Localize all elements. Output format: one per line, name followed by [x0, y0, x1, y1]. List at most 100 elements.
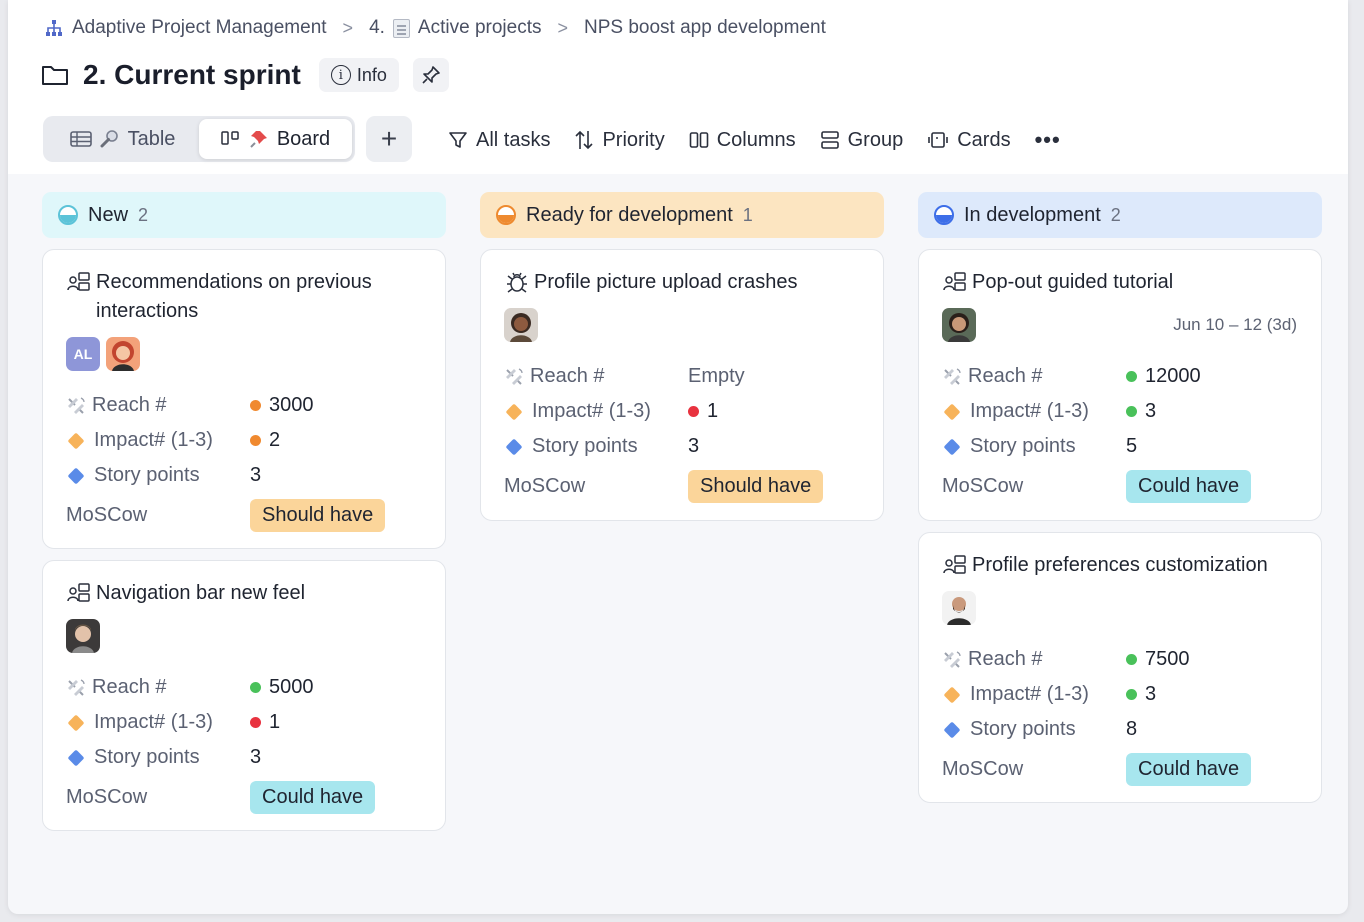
field-label-text: Story points [532, 435, 638, 457]
field-value[interactable]: Empty [688, 365, 745, 388]
field-label-text: Impact# (1-3) [532, 400, 651, 422]
app-window: Adaptive Project Management > 4. Active … [8, 0, 1348, 914]
column-header-new[interactable]: New 2 [42, 192, 446, 238]
user-story-icon [67, 272, 90, 291]
tab-board-label: Board [276, 127, 331, 150]
plus-icon: + [380, 123, 398, 154]
add-view-button[interactable]: + [366, 116, 412, 162]
avatar[interactable] [504, 308, 538, 342]
satellite-icon [68, 396, 85, 414]
field-story-points: Story points 5 [942, 429, 1298, 464]
table-icon [69, 131, 92, 147]
satellite-icon [944, 650, 961, 668]
story-points-value: 3 [250, 746, 262, 768]
avatar[interactable] [942, 308, 976, 342]
field-label: Reach # [66, 676, 250, 699]
status-in-development-icon [934, 205, 954, 225]
field-value[interactable]: 3 [688, 435, 699, 458]
tab-table-label: Table [127, 127, 176, 150]
breadcrumb-item-workspace[interactable]: Adaptive Project Management [44, 17, 327, 39]
story-points-value: 3 [250, 464, 262, 486]
info-button[interactable]: i Info [318, 58, 399, 92]
field-label: MoSCow [942, 757, 1024, 780]
field-label-text: Reach # [968, 365, 1043, 387]
field-reach: Reach # Empty [504, 359, 860, 394]
field-label: MoSCow [942, 474, 1024, 497]
moscow-badge[interactable]: Could have [250, 780, 376, 814]
green-dot-icon [250, 682, 261, 693]
field-value[interactable]: 3 [1126, 400, 1156, 423]
field-value[interactable]: 3 [1126, 683, 1156, 706]
column-header-in-development[interactable]: In development 2 [918, 192, 1322, 238]
moscow-badge[interactable]: Should have [250, 498, 386, 532]
field-value[interactable]: 3000 [250, 394, 314, 417]
field-label-text: Reach # [530, 365, 605, 387]
cards-button[interactable]: Cards [927, 122, 1011, 158]
sort-icon [575, 130, 594, 150]
task-card[interactable]: Profile preferences customization Reach … [918, 532, 1322, 803]
field-label-text: Impact# (1-3) [970, 683, 1089, 705]
field-moscow: MoSCow Could have [942, 749, 1298, 789]
breadcrumb: Adaptive Project Management > 4. Active … [44, 17, 826, 39]
field-value[interactable]: 2 [250, 429, 280, 452]
impact-value: 1 [707, 400, 719, 422]
more-options-button[interactable]: ••• [1035, 122, 1061, 158]
field-label: Story points [66, 746, 250, 769]
column-ready-for-development: Ready for development 1 Profile picture … [480, 192, 884, 831]
avatar[interactable] [106, 337, 140, 371]
field-reach: Reach # 3000 [66, 388, 422, 423]
moscow-badge[interactable]: Could have [1126, 752, 1252, 786]
avatar[interactable] [66, 619, 100, 653]
field-value[interactable]: 8 [1126, 718, 1137, 741]
field-reach: Reach # 5000 [66, 670, 422, 705]
field-reach: Reach # 12000 [942, 359, 1298, 394]
group-button[interactable]: Group [820, 122, 903, 158]
avatar[interactable] [942, 591, 976, 625]
card-title: Pop-out guided tutorial [942, 268, 1298, 297]
red-dot-icon [688, 406, 699, 417]
filter-button[interactable]: All tasks [448, 122, 550, 158]
field-label: Impact# (1-3) [66, 711, 250, 734]
avatar[interactable]: AL [66, 337, 100, 371]
task-card[interactable]: Navigation bar new feel Reach # 5000 Imp… [42, 560, 446, 831]
date-range[interactable]: Jun 10 – 12 (3d) [1173, 315, 1297, 335]
folder-icon [42, 66, 68, 85]
card-fields: Reach # 12000 Impact# (1-3) 3 Story poin… [942, 359, 1298, 506]
tab-board[interactable]: Board [199, 119, 352, 159]
column-header-ready[interactable]: Ready for development 1 [480, 192, 884, 238]
field-story-points: Story points 3 [66, 458, 422, 493]
orange-dot-icon [250, 400, 261, 411]
view-switcher: Table Board [43, 116, 355, 162]
task-card[interactable]: Pop-out guided tutorial Jun 10 – 12 (3d)… [918, 249, 1322, 521]
columns-button[interactable]: Columns [689, 122, 796, 158]
sort-button[interactable]: Priority [574, 122, 665, 158]
tab-table[interactable]: Table [46, 119, 199, 159]
pin-button[interactable] [412, 58, 449, 92]
field-value[interactable]: 1 [688, 400, 718, 423]
sort-label: Priority [602, 128, 665, 151]
field-value[interactable]: 7500 [1126, 648, 1190, 671]
field-value[interactable]: 1 [250, 711, 280, 734]
satellite-icon [944, 367, 961, 385]
field-impact: Impact# (1-3) 1 [66, 705, 422, 740]
breadcrumb-separator: > [557, 17, 568, 38]
blue-diamond-icon [67, 467, 85, 484]
field-value[interactable]: 3 [250, 464, 261, 487]
moscow-badge[interactable]: Could have [1126, 469, 1252, 503]
breadcrumb-item-active-projects[interactable]: 4. Active projects [369, 17, 541, 39]
field-label: MoSCow [504, 474, 586, 497]
kanban-board: New 2 Recommendations on previous intera… [42, 192, 1322, 831]
field-value[interactable]: 5000 [250, 676, 314, 699]
field-label-text: Story points [94, 746, 200, 768]
field-value[interactable]: 3 [250, 746, 261, 769]
breadcrumb-label: Active projects [417, 17, 542, 38]
breadcrumb-item-project[interactable]: NPS boost app development [584, 17, 826, 39]
task-card[interactable]: Recommendations on previous interactions… [42, 249, 446, 549]
field-value[interactable]: 12000 [1126, 365, 1201, 388]
impact-value: 2 [269, 429, 281, 451]
field-value[interactable]: 5 [1126, 435, 1137, 458]
card-fields: Reach # 5000 Impact# (1-3) 1 Story point… [66, 670, 422, 817]
task-card[interactable]: Profile picture upload crashes Reach # E… [480, 249, 884, 521]
info-label: Info [356, 64, 387, 85]
moscow-badge[interactable]: Should have [688, 469, 824, 503]
